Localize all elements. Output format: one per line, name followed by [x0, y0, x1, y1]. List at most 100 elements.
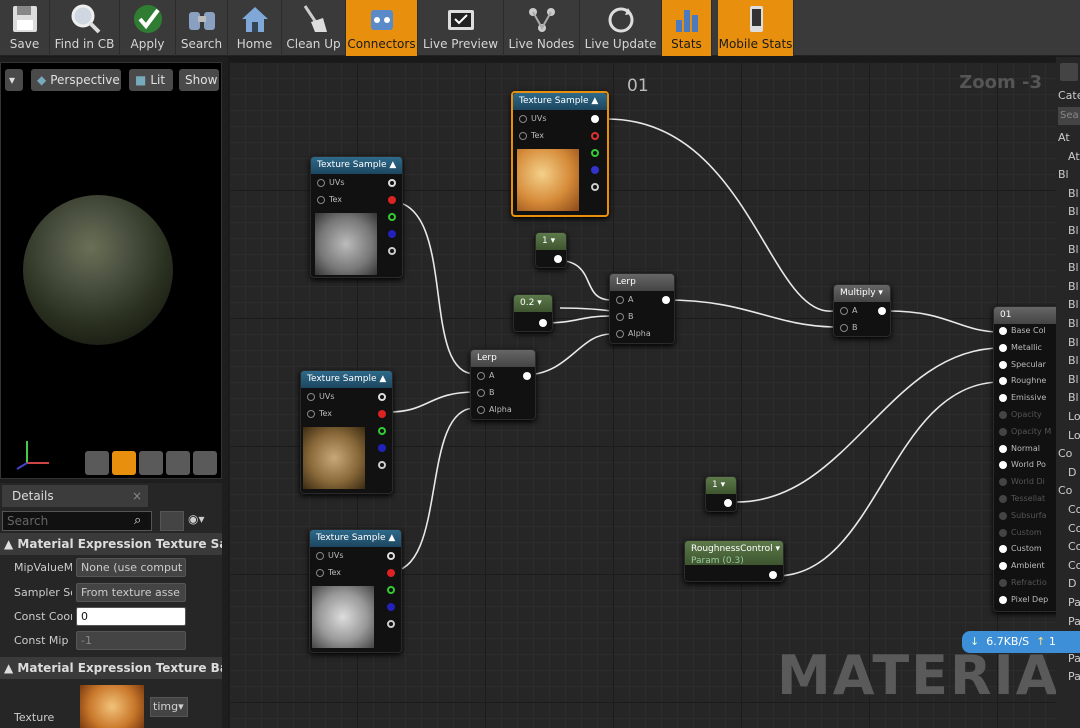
palette-item[interactable]: Bl [1068, 391, 1079, 404]
palette-item[interactable]: Pa [1068, 670, 1080, 683]
const-mip-input[interactable]: -1 [76, 631, 186, 650]
result-input-pin[interactable] [999, 478, 1007, 487]
result-input-pin[interactable] [999, 427, 1007, 436]
lerp-node-1[interactable]: Lerp A B Alpha [609, 273, 675, 344]
green-output-pin[interactable] [387, 586, 395, 594]
result-input-pin[interactable] [999, 528, 1007, 537]
result-input-pin[interactable] [999, 562, 1007, 571]
palette-item[interactable]: Bl [1068, 243, 1079, 256]
show-button[interactable]: Show [179, 69, 219, 91]
uvs-pin[interactable] [316, 552, 324, 560]
multiply-node[interactable]: Multiply ▾ A B [833, 284, 891, 337]
palette-item[interactable]: Co [1068, 540, 1080, 553]
alpha-output-pin[interactable] [591, 183, 599, 191]
viewport-menu-button[interactable]: ▾ [5, 69, 23, 91]
palette-item[interactable]: At [1068, 150, 1080, 163]
stats-button[interactable]: Stats [662, 0, 712, 56]
result-input-pin[interactable] [999, 495, 1007, 503]
palette-item[interactable]: Bl [1068, 336, 1079, 349]
texture-thumbnail[interactable] [80, 685, 144, 728]
green-output-pin[interactable] [378, 427, 386, 435]
output-pin[interactable] [539, 319, 547, 327]
palette-item[interactable]: Pa [1068, 615, 1080, 628]
texture-sample-node-1[interactable]: Texture Sample ▲ UVs Tex [310, 156, 403, 278]
result-input-pin[interactable] [999, 545, 1007, 554]
output-pin[interactable] [769, 571, 777, 579]
palette-item[interactable]: Lo [1068, 410, 1080, 423]
tex-pin[interactable] [307, 410, 315, 418]
palette-item[interactable]: Lo [1068, 429, 1080, 442]
palette-item[interactable]: Bl [1068, 317, 1079, 330]
a-input-pin[interactable] [477, 372, 485, 380]
b-input-pin[interactable] [616, 313, 624, 321]
grid-view-icon[interactable] [160, 511, 184, 531]
red-output-pin[interactable] [591, 132, 599, 140]
roughness-control-node[interactable]: RoughnessControl ▾ Param (0.3) [684, 540, 784, 582]
preview-viewport[interactable]: ▾ ◆ Perspective ■ Lit Show [0, 62, 222, 479]
result-input-pin[interactable] [999, 461, 1007, 470]
texture-sample-node-top[interactable]: Texture Sample ▲ UVs Tex [511, 91, 609, 217]
output-pin[interactable] [724, 499, 732, 507]
palette-item[interactable]: Co [1068, 559, 1080, 572]
sphere-preview-button[interactable] [112, 451, 136, 475]
palette-item[interactable]: Pa [1068, 652, 1080, 665]
texture-sample-node-3[interactable]: Texture Sample ▲ UVs Tex [309, 529, 402, 653]
green-output-pin[interactable] [388, 213, 396, 221]
eye-icon[interactable]: ◉▾ [188, 512, 205, 526]
alpha-output-pin[interactable] [378, 461, 386, 469]
result-input-pin[interactable] [999, 394, 1007, 403]
palette-item[interactable]: D [1068, 577, 1076, 590]
lit-button[interactable]: ■ Lit [129, 69, 173, 91]
palette-item[interactable]: Co [1058, 447, 1072, 460]
const-coordinate-input[interactable]: 0 [76, 607, 186, 626]
rgb-output-pin[interactable] [591, 115, 599, 123]
constant-node-0-2[interactable]: 0.2 ▾ [513, 294, 553, 332]
b-input-pin[interactable] [840, 324, 848, 332]
palette-item[interactable]: Bl [1068, 261, 1079, 274]
output-pin[interactable] [662, 296, 670, 304]
material-result-node[interactable]: 01 Base Col Metallic Specular Roughne Emissi… [993, 306, 1056, 612]
palette-item[interactable]: Bl [1068, 354, 1079, 367]
b-input-pin[interactable] [477, 389, 485, 397]
close-icon[interactable]: × [132, 489, 142, 503]
palette-item[interactable]: Bl [1068, 205, 1079, 218]
palette-item[interactable]: Bl [1068, 224, 1079, 237]
output-pin[interactable] [523, 372, 531, 380]
rgb-output-pin[interactable] [388, 179, 396, 187]
constant-node-1b[interactable]: 1 ▾ [705, 476, 737, 512]
result-input-pin[interactable] [999, 343, 1007, 352]
uvs-pin[interactable] [317, 179, 325, 187]
material-graph-canvas[interactable]: 01 Zoom -3 MATERIAL Texture Sample ▲ UVs… [229, 62, 1056, 728]
blue-output-pin[interactable] [388, 230, 396, 238]
rgb-output-pin[interactable] [378, 393, 386, 401]
sampler-source-dropdown[interactable]: From texture asse [76, 583, 186, 602]
output-pin[interactable] [878, 307, 886, 315]
texture-sample-node-2[interactable]: Texture Sample ▲ UVs Tex [300, 370, 393, 494]
palette-item[interactable]: Bl [1068, 373, 1079, 386]
home-button[interactable]: Home [228, 0, 282, 56]
blue-output-pin[interactable] [591, 166, 599, 174]
result-input-pin[interactable] [999, 511, 1007, 520]
palette-item[interactable]: Co [1058, 484, 1072, 497]
red-output-pin[interactable] [387, 569, 395, 577]
live-update-button[interactable]: Live Update [580, 0, 662, 56]
plane-preview-button[interactable] [139, 451, 163, 475]
tex-pin[interactable] [317, 196, 325, 204]
alpha-output-pin[interactable] [387, 620, 395, 628]
output-pin[interactable] [554, 255, 562, 263]
section-texture-sample[interactable]: ▲ Material Expression Texture Samp [0, 533, 222, 555]
live-preview-button[interactable]: Live Preview [418, 0, 504, 56]
tex-pin[interactable] [519, 132, 527, 140]
constant-node-1[interactable]: 1 ▾ [535, 232, 567, 268]
find-in-cb-button[interactable]: Find in CB [50, 0, 120, 56]
a-input-pin[interactable] [840, 307, 848, 315]
palette-item[interactable]: Co [1068, 522, 1080, 535]
blue-output-pin[interactable] [387, 603, 395, 611]
result-input-pin[interactable] [999, 595, 1007, 604]
cylinder-preview-button[interactable] [85, 451, 109, 475]
mobile-stats-button[interactable]: Mobile Stats [718, 0, 794, 56]
palette-item[interactable]: Co [1068, 503, 1080, 516]
list-icon[interactable] [1060, 63, 1078, 81]
apply-button[interactable]: Apply [120, 0, 176, 56]
section-texture-base[interactable]: ▲ Material Expression Texture Base [0, 657, 222, 679]
